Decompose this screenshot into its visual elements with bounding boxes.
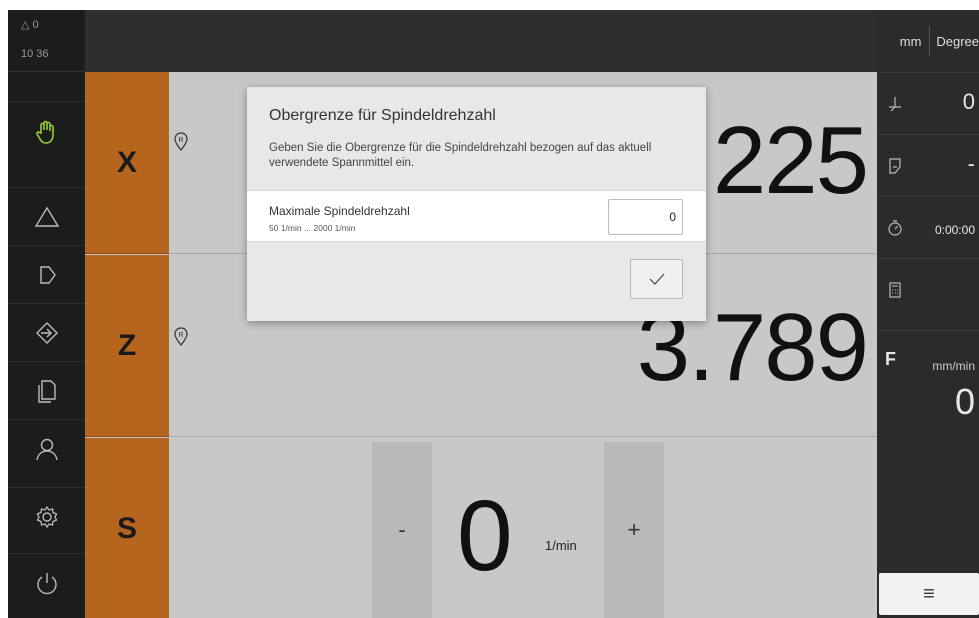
dialog-title: Obergrenze für Spindeldrehzahl <box>269 107 496 124</box>
hand-icon <box>35 120 54 144</box>
svg-text:R: R <box>178 332 183 339</box>
reference-mark-icon: R <box>174 132 188 151</box>
timer-value: 0:00:00 <box>934 223 975 237</box>
programming-button[interactable] <box>8 303 85 361</box>
power-icon <box>36 572 57 594</box>
axis-label-s[interactable]: S <box>85 438 169 618</box>
arrow-into-icon <box>35 321 58 344</box>
zero-point-icon <box>889 97 901 112</box>
axis-value-x[interactable]: 225 <box>713 106 869 216</box>
clock: 10 36 <box>21 48 49 60</box>
axis-label-x[interactable]: X <box>85 72 169 254</box>
file-management-button[interactable] <box>8 361 85 419</box>
svg-text:R: R <box>178 137 183 144</box>
feed-unit: mm/min <box>932 359 975 373</box>
hamburger-icon: ≡ <box>923 582 935 605</box>
sidebar: △ 0 10 36 <box>8 10 85 618</box>
confirm-button[interactable] <box>630 259 683 299</box>
checkmark-icon <box>649 273 664 285</box>
feed-label: F <box>885 349 896 369</box>
reference-mark-icon: R <box>174 327 188 346</box>
timer-row[interactable]: 0:00:00 <box>877 196 979 258</box>
user-login-button[interactable] <box>8 419 85 477</box>
spindle-unit: 1/min <box>545 538 577 553</box>
top-bar <box>85 10 877 72</box>
program-run-button[interactable] <box>8 245 85 303</box>
spindle-decrease-button[interactable]: - <box>372 442 432 618</box>
status-area: △ 0 10 36 <box>8 10 85 72</box>
screen: △ 0 10 36 X R 225 Z R 3.789 S - 0 1/min … <box>8 10 979 618</box>
run-icon <box>39 265 56 284</box>
dialog-description: Geben Sie die Obergrenze für die Spindel… <box>269 142 652 169</box>
menu-button[interactable]: ≡ <box>879 573 979 615</box>
settings-button[interactable] <box>8 487 85 545</box>
unit-selector[interactable]: mm Degree <box>877 10 979 72</box>
tool-value: - <box>967 151 975 176</box>
manual-mode-button[interactable] <box>8 101 85 159</box>
unit-length: mm <box>899 33 922 49</box>
power-button[interactable] <box>8 553 85 611</box>
datum-value: 0 <box>962 89 975 114</box>
status-panel: mm Degree 0 - 0:00:00 F mm/min 0 ≡ <box>877 10 979 618</box>
tool-icon <box>889 158 901 174</box>
unit-angle: Degree <box>936 33 979 49</box>
max-spindle-speed-row: Maximale Spindeldrehzahl 50 1/min ... 20… <box>247 190 706 242</box>
spindle-limit-dialog: Obergrenze für Spindeldrehzahl Geben Sie… <box>247 87 706 321</box>
feed-value: 0 <box>954 381 975 422</box>
calculator-row[interactable] <box>877 258 979 320</box>
stopwatch-icon <box>888 220 902 236</box>
max-spindle-speed-label: Maximale Spindeldrehzahl <box>269 204 410 218</box>
spindle-increase-button[interactable]: + <box>604 442 664 618</box>
files-icon <box>37 379 56 403</box>
max-spindle-speed-input[interactable] <box>608 199 683 235</box>
user-icon <box>35 438 58 460</box>
calculator-icon <box>889 282 901 298</box>
axis-label-z[interactable]: Z <box>85 255 169 437</box>
datum-row[interactable]: 0 <box>877 72 979 134</box>
warning-counter[interactable]: △ 0 <box>21 18 39 31</box>
spindle-row: S - 0 1/min + <box>85 438 877 618</box>
triangle-icon <box>34 206 59 227</box>
gear-icon <box>36 505 57 528</box>
warning-count: 0 <box>32 19 39 31</box>
max-spindle-speed-range: 50 1/min ... 2000 1/min <box>269 223 356 233</box>
tool-row[interactable]: - <box>877 134 979 196</box>
mdi-mode-button[interactable] <box>8 187 85 245</box>
feed-rate[interactable]: F mm/min 0 <box>877 330 979 450</box>
spindle-speed-value[interactable]: 0 <box>457 486 513 586</box>
